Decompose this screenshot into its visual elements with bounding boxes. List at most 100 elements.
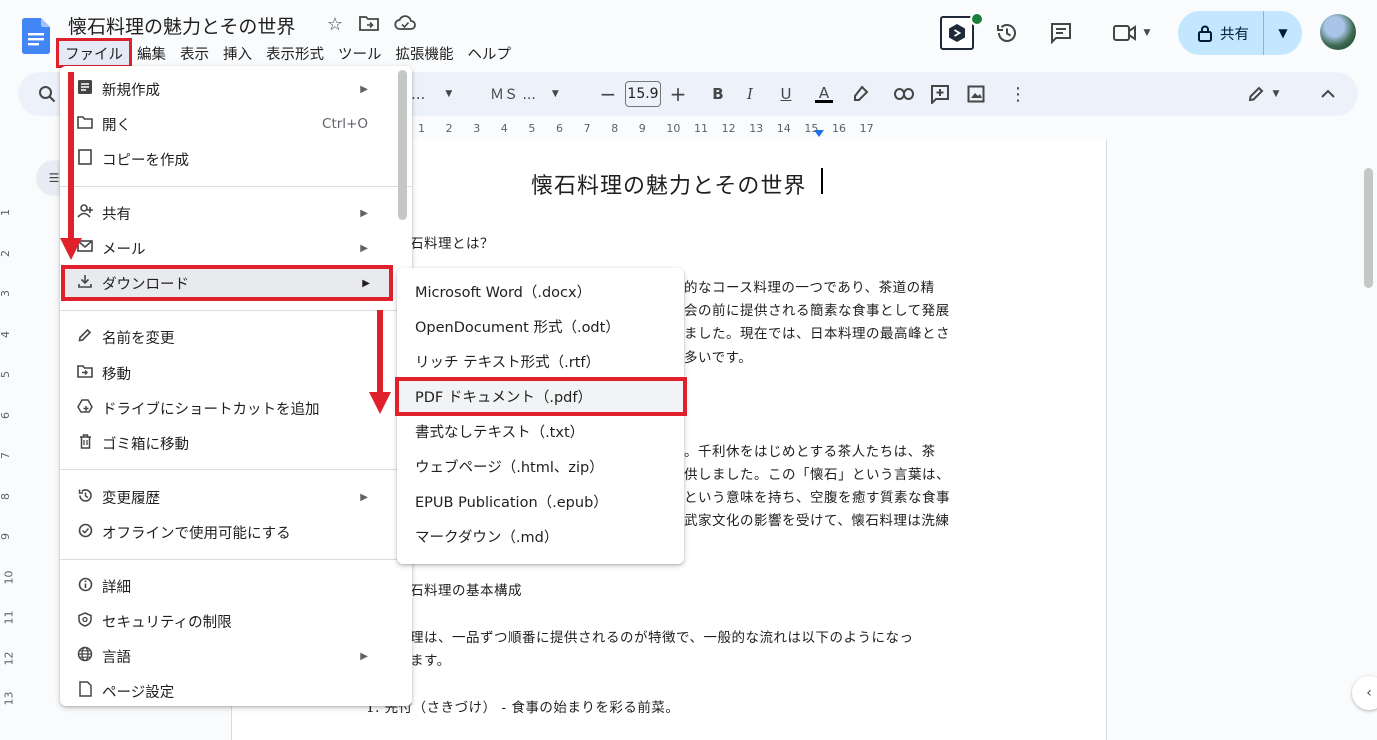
download-pdf[interactable]: PDF ドキュメント（.pdf） [395, 377, 687, 416]
menu-item-version-history[interactable]: 変更履歴 ▶ [60, 480, 400, 514]
menu-item-label: オフラインで使用可能にする [102, 525, 291, 542]
download-txt[interactable]: 書式なしテキスト（.txt） [397, 414, 684, 449]
avatar[interactable] [1320, 14, 1356, 50]
ruler-tick: 4 [500, 122, 508, 135]
doc-line[interactable]: 理は、一品ずつ順番に提供されるのが特徴で、一般的な流れは以下のようになっ [410, 626, 913, 646]
menu-item-move[interactable]: 移動 [60, 356, 400, 390]
menu-item-add-shortcut[interactable]: ドライブにショートカットを追加 [60, 391, 400, 425]
menu-item-label: セキュリティの制限 [102, 614, 232, 631]
doc-line[interactable]: 石料理の基本構成 [410, 579, 522, 599]
collapse-toolbar-icon[interactable] [1318, 82, 1338, 106]
menu-insert[interactable]: 挿入 [216, 40, 259, 66]
doc-line[interactable]: 的なコース料理の一つであり、茶道の精 [684, 276, 935, 296]
download-docx[interactable]: Microsoft Word（.docx） [397, 274, 684, 309]
document-title[interactable]: 懐石料理の魅力とその世界 [68, 12, 295, 39]
download-html[interactable]: ウェブページ（.html、zip） [397, 449, 684, 484]
menu-format[interactable]: 表示形式 [259, 40, 331, 66]
menu-item-label: コピーを作成 [102, 152, 189, 169]
menu-edit[interactable]: 編集 [130, 40, 173, 66]
add-comment-icon[interactable] [928, 82, 952, 106]
decrease-font-size-button[interactable]: − [598, 82, 618, 106]
doc-line[interactable]: 石料理とは？ [410, 232, 494, 252]
doc-line[interactable]: という意味を持ち、空腹を癒す質素な食事 [684, 486, 950, 506]
menu-item-label: ゴミ箱に移動 [102, 436, 189, 453]
menu-view[interactable]: 表示 [173, 40, 216, 66]
document-icon [74, 80, 96, 98]
menu-item-label: ドライブにショートカットを追加 [102, 401, 320, 418]
paragraph-style-dropdown[interactable]: ... ▼ [411, 82, 471, 106]
menu-item-email[interactable]: メール ▶ [60, 231, 400, 265]
document-scrollbar[interactable] [1364, 168, 1373, 288]
menu-extensions[interactable]: 拡張機能 [389, 40, 461, 66]
menu-item-download[interactable]: ダウンロード ▶ [61, 265, 393, 301]
meet-button[interactable]: ▼ [1104, 16, 1158, 50]
menu-bar: ファイル 編集 表示 挿入 表示形式 ツール 拡張機能 ヘルプ [56, 38, 519, 68]
doc-line[interactable]: 。千利休をはじめとする茶人たちは、茶 [684, 440, 936, 460]
download-submenu: Microsoft Word（.docx） OpenDocument 形式（.o… [395, 268, 687, 564]
menu-item-label: 共有 [102, 206, 131, 223]
share-button[interactable]: 共有 ▼ [1178, 11, 1302, 55]
menu-item-page-setup[interactable]: ページ設定 [60, 674, 400, 706]
doc-line[interactable]: 供しました。この「懐石」という言葉は、 [684, 463, 950, 483]
menu-help[interactable]: ヘルプ [461, 40, 519, 66]
document-heading[interactable]: 懐石料理の魅力とその世界 [531, 168, 806, 200]
docs-logo-icon[interactable] [22, 18, 50, 54]
ruler-tick: 6 [556, 122, 563, 135]
move-folder-icon[interactable] [358, 14, 380, 36]
version-history-icon[interactable] [990, 16, 1024, 50]
menu-file[interactable]: ファイル [56, 38, 132, 68]
menu-item-details[interactable]: 詳細 [60, 569, 400, 603]
extension-icon[interactable] [940, 16, 974, 50]
underline-icon[interactable]: U [776, 82, 796, 106]
submenu-arrow-icon: ▶ [360, 83, 368, 95]
comments-icon[interactable] [1044, 16, 1078, 50]
doc-line[interactable]: ました。現在では、日本料理の最高峰とさ [684, 322, 950, 342]
menu-tools[interactable]: ツール [331, 40, 389, 66]
folder-icon [74, 115, 96, 133]
share-dropdown-icon[interactable]: ▼ [1264, 26, 1302, 40]
insert-image-icon[interactable] [964, 82, 988, 106]
increase-font-size-button[interactable]: + [668, 82, 688, 106]
menu-item-offline[interactable]: オフラインで使用可能にする [60, 515, 400, 549]
star-icon[interactable]: ☆ [324, 14, 346, 36]
menu-item-open[interactable]: 開く Ctrl+O [60, 107, 400, 141]
highlight-icon[interactable] [848, 82, 872, 106]
ruler-tick: 10 [2, 570, 16, 584]
horizontal-ruler[interactable]: 1 2 3 4 5 6 7 8 9 10 11 12 13 14 15 16 17 [400, 122, 1105, 138]
download-rtf[interactable]: リッチ テキスト形式（.rtf） [397, 344, 684, 379]
doc-line[interactable]: ます。 [410, 649, 451, 669]
ruler-tick: 2 [445, 122, 453, 135]
vertical-ruler[interactable]: 1 2 3 4 5 6 7 8 9 10 11 12 13 [0, 140, 18, 726]
menu-item-security[interactable]: セキュリティの制限 [60, 604, 400, 638]
file-menu-scrollbar[interactable] [398, 70, 407, 220]
font-dropdown[interactable]: ＭＳ ... ▼ [490, 82, 580, 106]
menu-item-share[interactable]: 共有 ▶ [60, 196, 400, 230]
menu-item-make-copy[interactable]: コピーを作成 [60, 142, 400, 176]
menu-item-language[interactable]: 言語 ▶ [60, 639, 400, 673]
italic-icon[interactable]: I [740, 82, 760, 106]
extension-status-dot [970, 12, 984, 26]
text-color-icon[interactable]: A [812, 82, 836, 106]
cloud-saved-icon[interactable] [394, 14, 416, 36]
share-main-button[interactable]: 共有 [1178, 11, 1264, 55]
bold-icon[interactable]: B [708, 82, 728, 106]
link-icon[interactable] [892, 82, 916, 106]
menu-item-new[interactable]: 新規作成 ▶ [60, 72, 400, 106]
download-odt[interactable]: OpenDocument 形式（.odt） [397, 309, 684, 344]
download-md[interactable]: マークダウン（.md） [397, 519, 684, 554]
menu-item-label: 開く [102, 117, 131, 134]
doc-line[interactable]: 武家文化の影響を受けて、懐石料理は洗練 [684, 509, 949, 529]
search-menus-icon[interactable] [34, 82, 60, 106]
menu-item-rename[interactable]: 名前を変更 [60, 320, 400, 354]
more-options-icon[interactable]: ⋮ [1008, 82, 1028, 106]
font-size-input[interactable]: 15.9 [625, 81, 661, 107]
indent-marker-icon[interactable] [814, 130, 824, 137]
side-panel-toggle-icon[interactable]: ‹ [1352, 676, 1377, 710]
history-icon [74, 488, 96, 507]
editing-mode-dropdown[interactable]: ▼ [1240, 82, 1286, 106]
doc-line[interactable]: 会の前に提供される簡素な食事として発展 [684, 299, 950, 319]
doc-line[interactable]: 1. 先付（さきづけ） - 食事の始まりを彩る前菜。 [366, 696, 679, 716]
download-epub[interactable]: EPUB Publication（.epub） [397, 484, 684, 519]
menu-item-trash[interactable]: ゴミ箱に移動 [60, 426, 400, 460]
doc-line[interactable]: 多いです。 [684, 346, 752, 366]
